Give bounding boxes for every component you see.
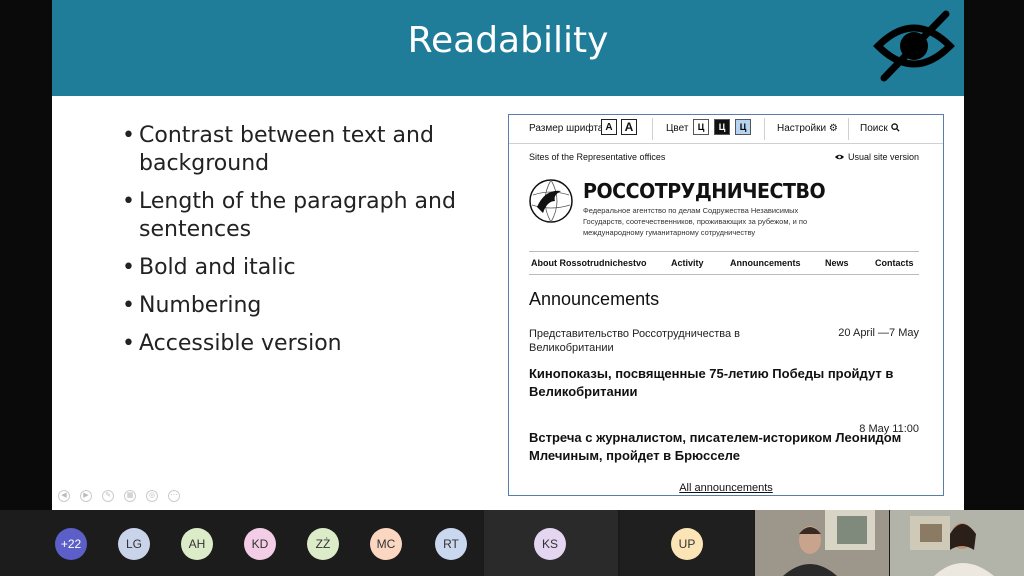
avatar[interactable]: LG — [118, 528, 150, 560]
color-option-blue[interactable]: Ц — [735, 119, 751, 135]
color-option-black[interactable]: Ц — [714, 119, 730, 135]
bullet-item: Bold and italic — [122, 254, 492, 282]
color-option-white[interactable]: Ц — [693, 119, 709, 135]
nav-item-activity[interactable]: Activity — [671, 258, 704, 268]
toolbar-divider — [764, 118, 765, 140]
announcement-title[interactable]: Встреча с журналистом, писателем-историк… — [529, 429, 909, 465]
toolbar-divider — [848, 118, 849, 140]
next-slide-icon[interactable]: ▶ — [80, 490, 92, 502]
participant-video-right[interactable] — [890, 510, 1024, 576]
site-navigation: About Rossotrudnichestvo Activity Announ… — [529, 251, 919, 275]
nav-item-news[interactable]: News — [825, 258, 849, 268]
all-announcements-link[interactable]: All announcements — [509, 482, 943, 494]
slide-title-bar: Readability — [52, 0, 964, 96]
search-icon — [890, 123, 900, 132]
usual-version-label: Usual site version — [847, 152, 919, 162]
participant-tile-group: +22 LG AH KD ZŻ MC RT — [0, 510, 482, 576]
gear-icon: ⚙ — [828, 123, 838, 134]
announcements-heading: Announcements — [529, 289, 660, 309]
meeting-participants-bar: +22 LG AH KD ZŻ MC RT KS UP — [0, 510, 1024, 576]
video-feed-person — [890, 510, 1024, 576]
video-feed-person — [755, 510, 889, 576]
eye-slash-icon — [873, 10, 955, 82]
nav-item-announcements[interactable]: Announcements — [730, 258, 801, 268]
search-link[interactable]: Поиск — [860, 123, 900, 134]
font-size-small-button[interactable]: A — [601, 119, 617, 135]
avatar[interactable]: UP — [671, 528, 703, 560]
sites-link[interactable]: Sites of the Representative offices — [529, 152, 665, 162]
avatar[interactable]: KD — [244, 528, 276, 560]
participant-video-left[interactable] — [755, 510, 889, 576]
bullet-item: Numbering — [122, 292, 492, 320]
organization-name: РОССОТРУДНИЧЕСТВО — [583, 179, 826, 203]
toolbar-divider — [652, 118, 653, 140]
usual-version-link[interactable]: Usual site version — [834, 152, 919, 162]
avatar[interactable]: ZŻ — [307, 528, 339, 560]
more-participants-avatar[interactable]: +22 — [55, 528, 87, 560]
globe-dove-logo — [529, 179, 573, 223]
participant-tile: KS — [484, 510, 618, 576]
presentation-slide: Readability Contrast between text and ba… — [52, 0, 964, 510]
bullet-item: Accessible version — [122, 330, 492, 358]
avatar[interactable]: AH — [181, 528, 213, 560]
avatar[interactable]: RT — [435, 528, 467, 560]
font-size-label: Размер шрифта — [529, 123, 604, 134]
organization-description: Федеральное агентство по делам Содружест… — [583, 206, 808, 237]
avatar[interactable]: KS — [534, 528, 566, 560]
settings-label: Настройки — [777, 123, 827, 134]
announcement-date: 20 April —7 May — [838, 327, 919, 339]
color-label: Цвет — [666, 123, 689, 134]
nav-item-about[interactable]: About Rossotrudnichestvo — [531, 258, 647, 268]
announcement-source: Представительство Россотрудничества в Ве… — [529, 328, 740, 354]
pen-icon[interactable]: ✎ — [102, 490, 114, 502]
slides-grid-icon[interactable]: ▦ — [124, 490, 136, 502]
participant-tile: UP — [620, 510, 754, 576]
zoom-icon[interactable]: ◎ — [146, 490, 158, 502]
accessibility-toolbar: Размер шрифта A A Цвет Ц Ц Ц Настройки ⚙… — [509, 115, 943, 144]
site-subheader: Sites of the Representative offices Usua… — [529, 152, 919, 162]
bullet-list: Contrast between text and background Len… — [122, 122, 492, 368]
bullet-item: Length of the paragraph and sentences — [122, 188, 492, 244]
previous-slide-icon[interactable]: ◀ — [58, 490, 70, 502]
eye-icon — [835, 154, 845, 160]
nav-item-contacts[interactable]: Contacts — [875, 258, 914, 268]
announcement-title[interactable]: Кинопоказы, посвященные 75-летию Победы … — [529, 365, 909, 401]
slide-title: Readability — [407, 20, 609, 61]
more-options-icon[interactable]: ⋯ — [168, 490, 180, 502]
bullet-item: Contrast between text and background — [122, 122, 492, 178]
font-size-large-button[interactable]: A — [621, 119, 637, 135]
avatar[interactable]: MC — [370, 528, 402, 560]
search-label: Поиск — [860, 123, 888, 134]
settings-link[interactable]: Настройки ⚙ — [777, 123, 838, 134]
website-screenshot: Размер шрифта A A Цвет Ц Ц Ц Настройки ⚙… — [508, 114, 944, 496]
